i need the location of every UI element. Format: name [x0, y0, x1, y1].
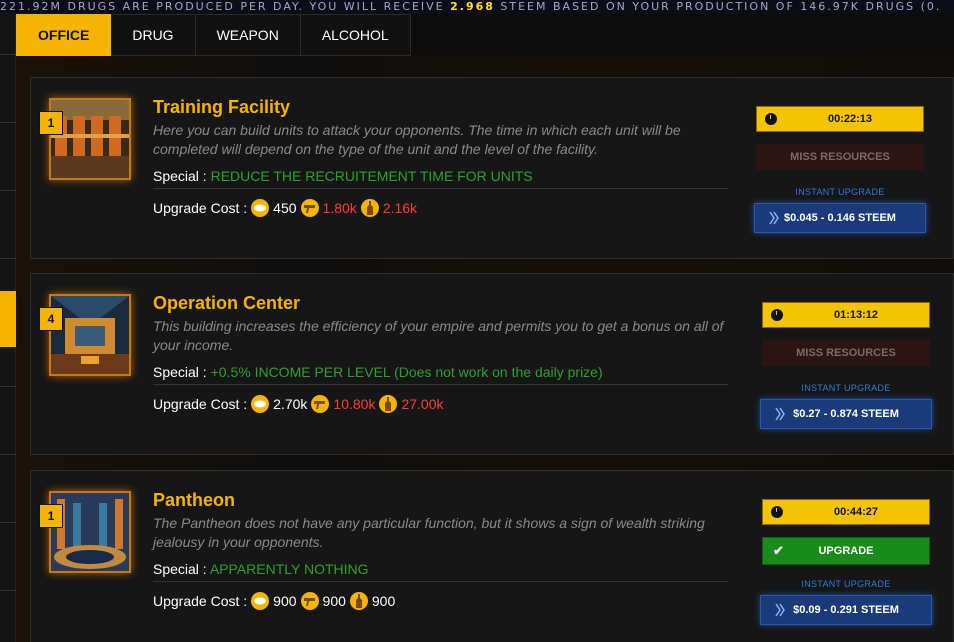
level-badge: 4: [39, 307, 63, 331]
instant-upgrade-button[interactable]: $0.045 - 0.146 STEEM: [754, 203, 926, 233]
building-title: Training Facility: [153, 97, 291, 117]
building-description: The Pantheon does not have any particula…: [153, 515, 705, 550]
clock-icon: [765, 113, 777, 125]
tab-alcohol[interactable]: ALCOHOL: [300, 14, 411, 56]
weapon-icon: [300, 199, 319, 217]
drug-icon: [251, 592, 270, 610]
drug-icon: [251, 199, 270, 217]
special-line: Special : REDUCE THE RECRUITEMENT TIME F…: [153, 168, 533, 184]
alcohol-icon: [379, 395, 398, 413]
upgrade-button[interactable]: ✔ UPGRADE: [762, 537, 930, 565]
steem-icon: [775, 407, 785, 421]
tab-drug[interactable]: DRUG: [111, 14, 196, 56]
steem-icon: [769, 211, 779, 225]
building-title: Pantheon: [153, 490, 236, 510]
building-card-training-facility: 1 Training Facility Here you can build u…: [30, 77, 954, 259]
side-menu: [0, 14, 16, 642]
weapon-icon: [311, 395, 330, 413]
instant-upgrade-label: INSTANT UPGRADE: [801, 383, 891, 393]
tab-office[interactable]: OFFICE: [16, 14, 112, 56]
build-timer: 00:44:27: [762, 499, 930, 525]
building-description: This building increases the efficiency o…: [153, 318, 724, 353]
drug-icon: [251, 395, 270, 413]
instant-upgrade-label: INSTANT UPGRADE: [795, 187, 885, 197]
building-description: Here you can build units to attack your …: [153, 122, 681, 157]
miss-resources-button[interactable]: MISS RESOURCES: [756, 144, 924, 170]
building-tabs: OFFICE DRUG WEAPON ALCOHOL: [16, 14, 411, 56]
building-card-operation-center: 4 Operation Center This building increas…: [30, 273, 954, 455]
build-timer: 01:13:12: [762, 302, 930, 328]
building-card-pantheon: 1 Pantheon The Pantheon does not have an…: [30, 470, 954, 642]
level-badge: 1: [39, 111, 63, 135]
upgrade-cost: Upgrade Cost : 2.70k 10.80k 27.00k: [153, 395, 444, 413]
level-badge: 1: [39, 504, 63, 528]
clock-icon: [771, 506, 783, 518]
miss-resources-button[interactable]: MISS RESOURCES: [762, 340, 930, 366]
upgrade-cost: Upgrade Cost : 450 1.80k 2.16k: [153, 199, 418, 217]
alcohol-icon: [360, 199, 379, 217]
building-title: Operation Center: [153, 293, 301, 313]
steem-icon: [775, 603, 785, 617]
side-menu-active-item[interactable]: [0, 291, 16, 347]
special-line: Special : APPARENTLY NOTHING: [153, 561, 369, 577]
weapon-icon: [300, 592, 319, 610]
check-icon: ✔: [773, 543, 784, 558]
clock-icon: [771, 309, 783, 321]
upgrade-cost: Upgrade Cost : 900 900 900: [153, 592, 396, 610]
build-timer: 00:22:13: [756, 106, 924, 132]
tab-weapon[interactable]: WEAPON: [195, 14, 301, 56]
instant-upgrade-label: INSTANT UPGRADE: [801, 579, 891, 589]
alcohol-icon: [349, 592, 368, 610]
instant-upgrade-button[interactable]: $0.27 - 0.874 STEEM: [760, 399, 932, 429]
production-ticker: 221.92M DRUGS ARE PRODUCED PER DAY. YOU …: [0, 0, 954, 14]
instant-upgrade-button[interactable]: $0.09 - 0.291 STEEM: [760, 595, 932, 625]
special-line: Special : +0.5% INCOME PER LEVEL (Does n…: [153, 364, 603, 380]
